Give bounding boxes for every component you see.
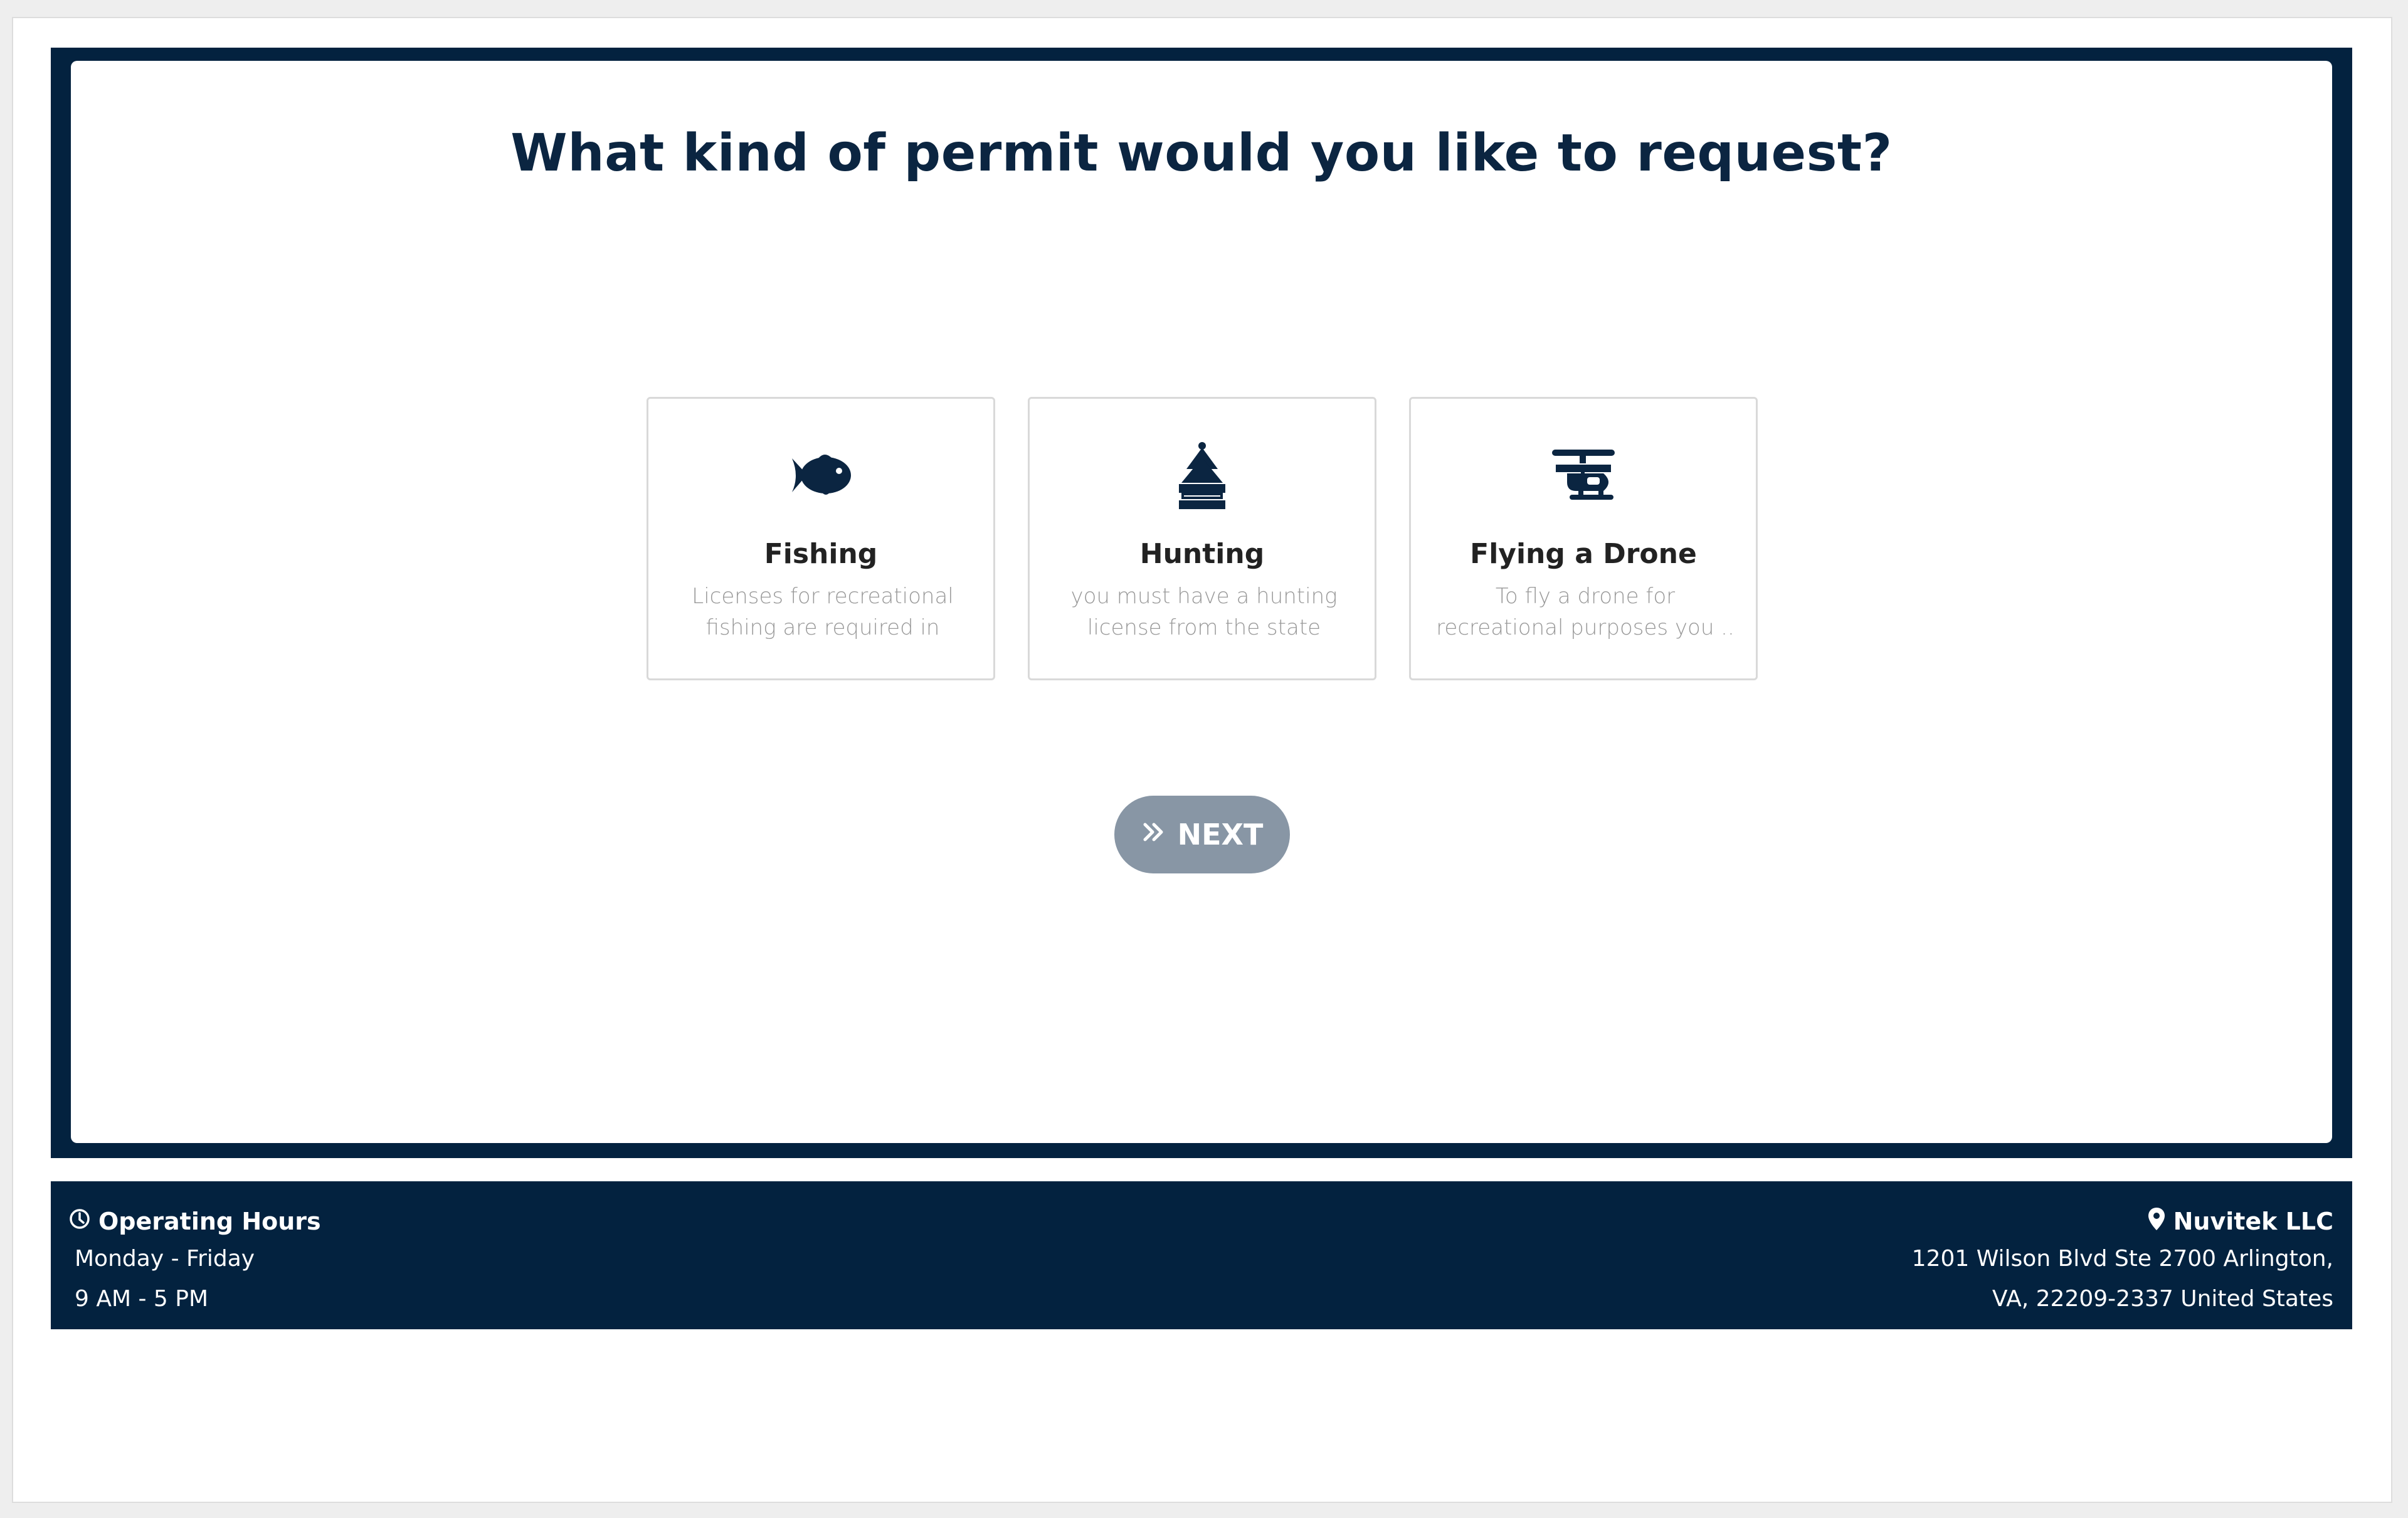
map-pin-icon	[2147, 1206, 2166, 1237]
operating-time: 9 AM - 5 PM	[75, 1286, 209, 1312]
next-button-label: NEXT	[1177, 818, 1264, 851]
company-name: Nuvitek LLC	[2173, 1208, 2333, 1235]
helicopter-icon	[1411, 440, 1756, 512]
card-description: Licenses for recreational fishing are re…	[692, 584, 954, 650]
fish-icon	[648, 440, 993, 512]
address-line-2: VA, 22209-2337 United States	[1992, 1286, 2333, 1312]
tree-icon	[1030, 440, 1375, 512]
card-title: Hunting	[1139, 538, 1265, 570]
card-title: Flying a Drone	[1470, 538, 1697, 570]
permit-card-drone[interactable]: Flying a Drone To fly a drone for recrea…	[1409, 397, 1758, 680]
permit-card-hunting[interactable]: Hunting you must have a hunting license …	[1028, 397, 1376, 680]
operating-hours-heading: Operating Hours	[98, 1208, 321, 1235]
company-address: Nuvitek LLC 1201 Wilson Blvd Ste 2700 Ar…	[1912, 1204, 2333, 1319]
permit-selection-panel: What kind of permit would you like to re…	[71, 61, 2332, 1143]
address-line-1: 1201 Wilson Blvd Ste 2700 Arlington,	[1911, 1246, 2333, 1272]
card-description: you must have a hunting license from the…	[1070, 584, 1338, 650]
operating-hours: Operating Hours Monday - Friday 9 AM - 5…	[68, 1204, 321, 1319]
operating-days: Monday - Friday	[75, 1246, 255, 1272]
double-chevron-right-icon	[1141, 818, 1166, 851]
permit-card-fishing[interactable]: Fishing Licenses for recreational fishin…	[647, 397, 995, 680]
page-title: What kind of permit would you like to re…	[510, 124, 1893, 183]
next-button[interactable]: NEXT	[1114, 796, 1290, 873]
card-description: To fly a drone for recreational purposes…	[1436, 584, 1735, 640]
footer: Operating Hours Monday - Friday 9 AM - 5…	[51, 1181, 2352, 1329]
card-title: Fishing	[764, 538, 878, 570]
clock-icon	[68, 1208, 91, 1236]
